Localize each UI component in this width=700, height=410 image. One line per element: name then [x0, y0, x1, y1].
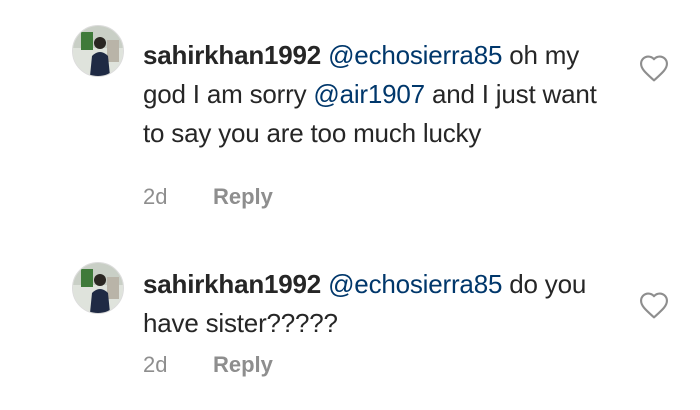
comment-timestamp: 2d	[143, 184, 168, 209]
comment-item: sahirkhan1992 @echosierra85 oh my god I …	[0, 0, 700, 240]
reply-button[interactable]: Reply	[213, 184, 273, 210]
comment-item: sahirkhan1992 @echosierra85 do you have …	[0, 240, 700, 410]
heart-outline-icon	[640, 55, 668, 82]
comment-timestamp: 2d	[143, 352, 168, 377]
comment-meta: 2d Reply	[143, 184, 273, 210]
avatar[interactable]	[72, 25, 124, 77]
comment-username[interactable]: sahirkhan1992	[143, 40, 321, 70]
like-button[interactable]	[638, 290, 670, 320]
avatar[interactable]	[72, 262, 124, 314]
comment-text: sahirkhan1992 @echosierra85 do you have …	[143, 265, 603, 343]
mention-link[interactable]: @echosierra85	[328, 40, 502, 70]
mention-link[interactable]: @air1907	[313, 79, 425, 109]
mention-link[interactable]: @echosierra85	[328, 269, 502, 299]
comment-meta: 2d Reply	[143, 352, 273, 378]
like-button[interactable]	[638, 53, 670, 83]
reply-button[interactable]: Reply	[213, 352, 273, 378]
heart-outline-icon	[640, 292, 668, 319]
comment-username[interactable]: sahirkhan1992	[143, 269, 321, 299]
comment-text: sahirkhan1992 @echosierra85 oh my god I …	[143, 36, 603, 153]
